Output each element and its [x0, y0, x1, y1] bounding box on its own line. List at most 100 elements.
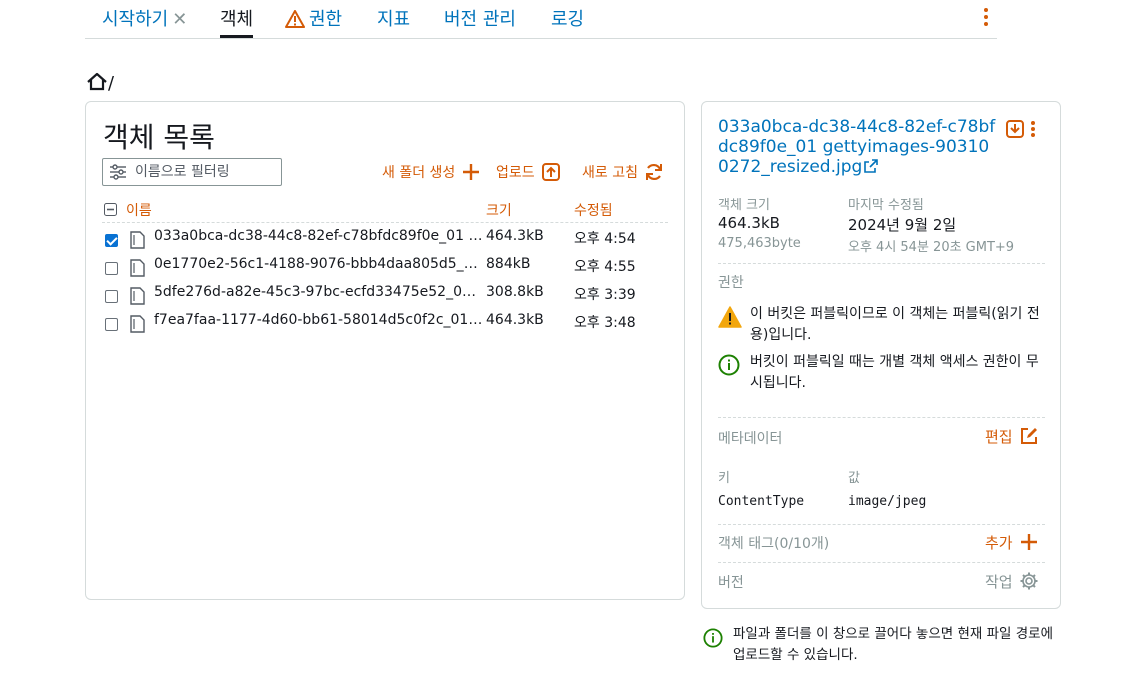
object-detail-panel: 033a0bca-dc38-44c8-82ef-c78bfdc89f0e_01 …	[701, 101, 1061, 609]
metadata-value: image/jpeg	[848, 494, 927, 509]
tab-metrics[interactable]: 지표	[377, 5, 410, 38]
close-icon[interactable]: ✕	[172, 9, 187, 30]
row-checkbox[interactable]	[105, 290, 118, 303]
file-icon	[130, 287, 145, 305]
refresh-icon	[645, 163, 662, 181]
create-folder-label: 새 폴더 생성	[382, 165, 456, 181]
version-actions-button[interactable]: 작업	[985, 571, 1039, 592]
create-folder-button[interactable]: 새 폴더 생성	[382, 162, 481, 182]
modified-time: 오후 4시 54분 20초 GMT+9	[848, 240, 1015, 255]
filter-input[interactable]: 이름으로 필터링	[102, 158, 282, 186]
row-checkbox[interactable]	[105, 234, 118, 247]
permissions-label: 권한	[718, 275, 744, 291]
size-bytes: 475,463byte	[718, 236, 801, 251]
drag-drop-hint: 파일과 폴더를 이 창으로 끌어다 놓으면 현재 파일 경로에 업로드할 수 있…	[733, 626, 1053, 663]
download-icon[interactable]	[1005, 119, 1025, 139]
info-icon	[718, 354, 740, 376]
refresh-label: 새로 고침	[582, 165, 638, 181]
more-options-icon[interactable]	[1029, 121, 1037, 139]
upload-icon	[541, 163, 560, 181]
file-size: 464.3kB	[486, 312, 544, 328]
column-header-modified[interactable]: 수정됨	[574, 200, 613, 220]
tab-permissions[interactable]: 권한	[285, 5, 342, 38]
file-size: 884kB	[486, 256, 531, 272]
panel-title: 객체 목록	[103, 121, 215, 154]
divider	[718, 562, 1045, 563]
file-name[interactable]: 0e1770e2-56c1-4188-9076-bbb4daa805d5_01 …	[154, 256, 484, 272]
home-icon[interactable]	[86, 72, 108, 94]
file-name[interactable]: 5dfe276d-a82e-45c3-97bc-ecfd33475e52_01 …	[154, 284, 484, 300]
tab-objects[interactable]: 객체	[220, 5, 254, 38]
value-column-label: 값	[848, 471, 860, 486]
tab-label: 시작하기	[102, 9, 169, 30]
file-icon	[130, 259, 145, 277]
column-header-size[interactable]: 크기	[486, 200, 512, 220]
breadcrumb-separator: /	[108, 73, 115, 94]
tab-label: 권한	[309, 9, 343, 30]
row-checkbox[interactable]	[105, 318, 118, 331]
file-icon	[130, 231, 145, 249]
table-header: 이름 크기 수정됨	[102, 200, 668, 223]
file-icon	[130, 315, 145, 333]
divider	[718, 524, 1045, 525]
object-name-link[interactable]: 033a0bca-dc38-44c8-82ef-c78bfdc89f0e_01 …	[718, 117, 998, 177]
add-label: 추가	[985, 534, 1013, 552]
task-label: 작업	[985, 573, 1013, 591]
tab-label: 지표	[377, 9, 411, 30]
add-tag-button[interactable]: 추가	[985, 532, 1039, 553]
file-modified: 오후 3:39	[574, 287, 636, 303]
filter-icon	[110, 164, 126, 180]
modified-value: 2024년 9월 2일	[848, 216, 957, 234]
key-column-label: 키	[718, 471, 730, 486]
modified-label: 마지막 수정됨	[848, 198, 924, 213]
plus-icon	[1020, 534, 1037, 550]
public-warning-text: 이 버킷은 퍼블릭이므로 이 객체는 퍼블릭(읽기 전용)입니다.	[750, 306, 1040, 343]
divider	[718, 263, 1045, 264]
select-all-checkbox[interactable]	[104, 203, 117, 220]
table-row[interactable]: 0e1770e2-56c1-4188-9076-bbb4daa805d5_01 …	[102, 256, 668, 284]
file-name[interactable]: f7ea7faa-1177-4d60-bb61-58014d5c0f2c_01 …	[154, 312, 484, 328]
row-checkbox[interactable]	[105, 262, 118, 275]
metadata-label: 메타데이터	[718, 431, 783, 447]
column-header-name[interactable]: 이름	[126, 200, 152, 220]
upload-button[interactable]: 업로드	[496, 162, 561, 182]
version-label: 버전	[718, 575, 744, 591]
public-info-text: 버킷이 퍼블릭일 때는 개별 객체 액세스 권한이 무시됩니다.	[750, 354, 1039, 391]
gear-icon	[1020, 572, 1038, 590]
file-modified: 오후 4:54	[574, 231, 636, 247]
more-options-icon[interactable]	[982, 8, 990, 28]
tab-versioning[interactable]: 버전 관리	[444, 5, 516, 38]
divider	[718, 417, 1045, 418]
refresh-button[interactable]: 새로 고침	[582, 162, 664, 182]
plus-icon	[463, 164, 480, 180]
external-link-icon	[864, 159, 879, 173]
file-modified: 오후 4:55	[574, 259, 636, 275]
tab-getting-started[interactable]: 시작하기 ✕	[102, 5, 187, 38]
tags-count: (0/10개)	[773, 536, 830, 552]
warning-icon	[718, 306, 742, 328]
table-row[interactable]: f7ea7faa-1177-4d60-bb61-58014d5c0f2c_01 …	[102, 312, 668, 340]
size-value: 464.3kB	[718, 214, 780, 232]
file-modified: 오후 3:48	[574, 315, 636, 331]
file-name[interactable]: 033a0bca-dc38-44c8-82ef-c78bfdc89f0e_01 …	[154, 228, 484, 244]
table-row[interactable]: 033a0bca-dc38-44c8-82ef-c78bfdc89f0e_01 …	[102, 228, 668, 256]
object-name: 033a0bca-dc38-44c8-82ef-c78bfdc89f0e_01 …	[718, 117, 996, 177]
tab-label: 로깅	[551, 9, 585, 30]
tab-logging[interactable]: 로깅	[551, 5, 584, 38]
tab-label: 객체	[220, 9, 254, 30]
tags-label: 객체 태그(0/10개)	[718, 533, 829, 553]
object-list-panel: 객체 목록 이름으로 필터링 새 폴더 생성 업로드 새로 고침 이름 크기 수…	[85, 101, 685, 600]
info-icon	[703, 628, 723, 648]
metadata-key: ContentType	[718, 494, 805, 509]
file-size: 464.3kB	[486, 228, 544, 244]
upload-label: 업로드	[496, 165, 535, 181]
edit-icon	[1020, 428, 1037, 444]
breadcrumb: /	[86, 72, 114, 94]
table-row[interactable]: 5dfe276d-a82e-45c3-97bc-ecfd33475e52_01 …	[102, 284, 668, 312]
edit-metadata-button[interactable]: 편집	[985, 426, 1039, 447]
tags-title: 객체 태그	[718, 536, 774, 552]
edit-label: 편집	[985, 428, 1013, 446]
filter-placeholder: 이름으로 필터링	[135, 164, 230, 180]
tab-label: 버전 관리	[444, 9, 516, 30]
tab-bar: 시작하기 ✕ 객체 권한 지표 버전 관리 로깅	[85, 0, 997, 39]
